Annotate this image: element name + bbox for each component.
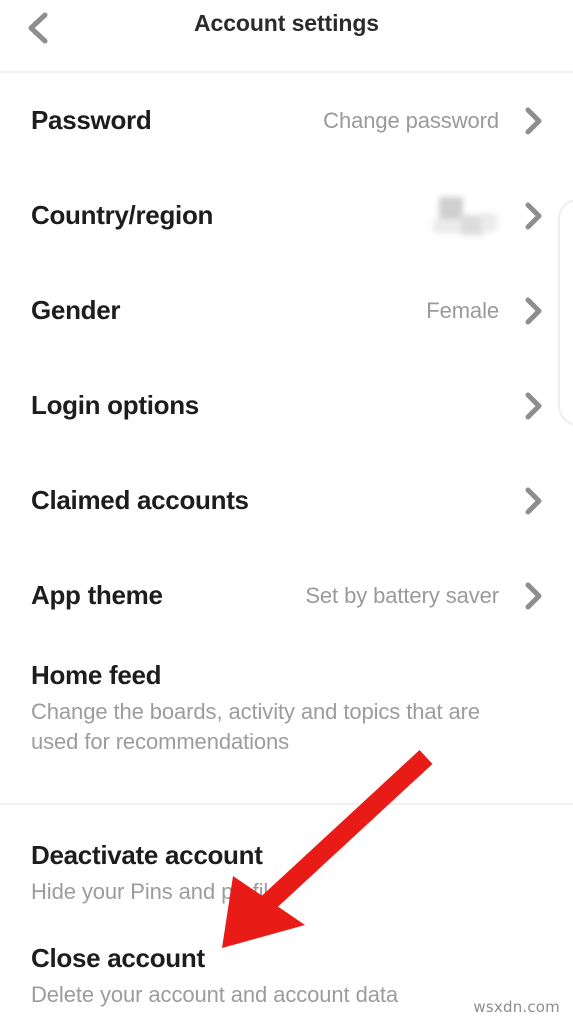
row-label: Country/region <box>31 200 214 230</box>
row-value: Female <box>426 297 499 323</box>
row-label: Claimed accounts <box>31 485 249 515</box>
row-label: Close account <box>31 943 205 974</box>
chevron-right-icon <box>521 296 547 326</box>
settings-row-password[interactable]: Password Change password <box>0 73 573 168</box>
danger-zone-section: Deactivate account Hide your Pins and pr… <box>0 803 573 1011</box>
settings-row-claimed-accounts[interactable]: Claimed accounts <box>0 453 573 548</box>
settings-row-login-options[interactable]: Login options <box>0 358 573 453</box>
row-label: Home feed <box>31 660 162 690</box>
page-title: Account settings <box>194 10 379 36</box>
settings-row-app-theme[interactable]: App theme Set by battery saver <box>0 548 573 643</box>
settings-row-country-region[interactable]: Country/region <box>0 168 573 263</box>
right-edge-sheet <box>558 199 573 426</box>
settings-row-home-feed[interactable]: Home feed Change the boards, activity an… <box>0 643 573 758</box>
redacted-value-blocks <box>431 195 499 237</box>
settings-row-close-account[interactable]: Close account Delete your account and ac… <box>0 907 573 1010</box>
account-settings-screen: Account settings Password Change passwor… <box>0 0 573 1024</box>
watermark: wsxdn.com <box>473 998 560 1016</box>
chevron-right-icon <box>521 391 547 421</box>
chevron-right-icon <box>521 201 547 231</box>
chevron-right-icon <box>521 581 547 611</box>
row-label: Deactivate account <box>31 840 263 870</box>
row-label: Password <box>31 105 152 135</box>
row-description: Delete your account and account data <box>31 982 398 1008</box>
row-description: Hide your Pins and profile <box>31 879 281 904</box>
row-label: Gender <box>31 295 121 325</box>
settings-row-deactivate-account[interactable]: Deactivate account Hide your Pins and pr… <box>0 803 573 907</box>
row-value: Change password <box>323 107 499 133</box>
row-label: App theme <box>31 580 163 610</box>
app-header: Account settings <box>0 0 573 73</box>
row-value: Set by battery saver <box>305 582 499 608</box>
settings-list: Password Change password Country/region <box>0 73 573 758</box>
settings-row-gender[interactable]: Gender Female <box>0 263 573 358</box>
chevron-right-icon <box>521 106 547 136</box>
row-label: Login options <box>31 390 199 420</box>
row-description: Change the boards, activity and topics t… <box>31 699 481 755</box>
chevron-right-icon <box>521 486 547 516</box>
